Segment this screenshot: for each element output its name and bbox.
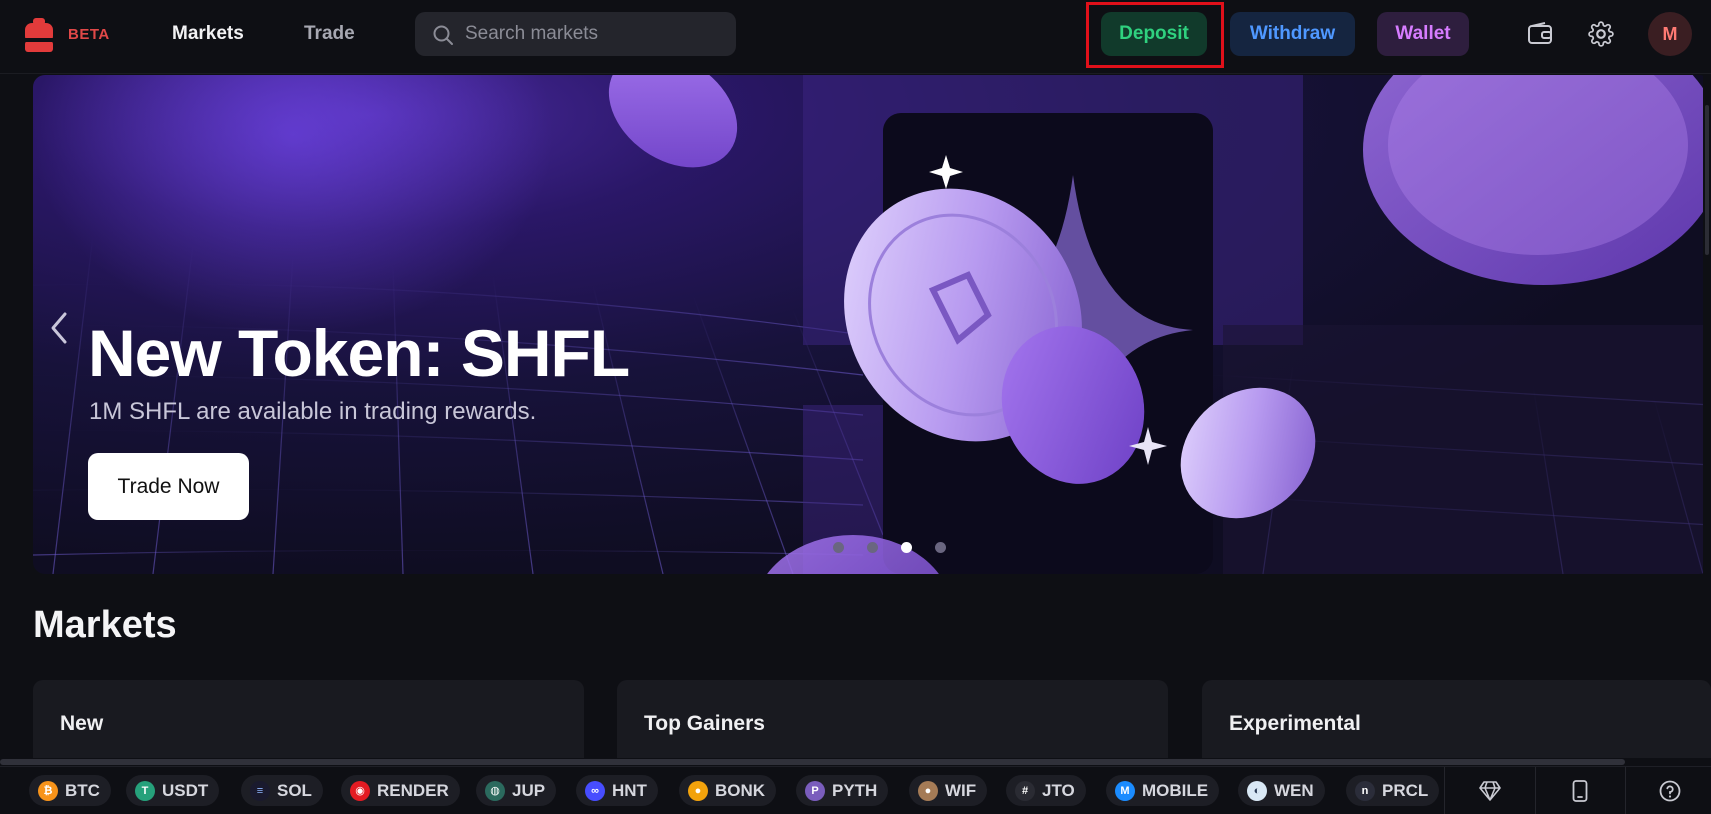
beta-badge: BETA [68, 26, 110, 43]
ticker-item-mobile[interactable]: M MOBILE [1106, 775, 1220, 806]
usdt-icon: T [135, 780, 155, 801]
pyth-icon: P [805, 780, 825, 801]
gem-icon[interactable] [1478, 779, 1502, 803]
ticker-symbol: PYTH [832, 780, 878, 800]
prcl-icon: n [1355, 780, 1375, 801]
ticker-symbol: JUP [512, 780, 546, 800]
wallet-icon[interactable] [1524, 18, 1556, 50]
top-navbar: BETA Markets Trade Deposit Withdraw Wall… [0, 0, 1711, 74]
market-card-label: Top Gainers [644, 712, 765, 735]
search-input[interactable] [465, 12, 725, 56]
ticker-symbol: RENDER [377, 780, 449, 800]
ticker-item-wif[interactable]: ● WIF [909, 775, 988, 806]
ticker-symbol: BONK [715, 780, 766, 800]
hero-banner: New Token: SHFL 1M SHFL are available in… [33, 75, 1711, 574]
wen-icon: ◐ [1247, 780, 1267, 801]
hero-title: New Token: SHFL [88, 316, 630, 390]
ticker-symbol: HNT [612, 780, 647, 800]
withdraw-button[interactable]: Withdraw [1230, 12, 1355, 56]
nav-markets[interactable]: Markets [172, 23, 244, 45]
user-avatar[interactable]: M [1648, 12, 1692, 56]
markets-section-title: Markets [33, 604, 177, 646]
ticker-symbol: WIF [945, 780, 977, 800]
carousel-dot-active[interactable] [901, 542, 912, 553]
jup-icon: ◍ [485, 780, 505, 801]
help-icon[interactable] [1658, 779, 1682, 803]
render-icon: ◉ [350, 780, 370, 801]
ticker-symbol: WEN [1274, 780, 1314, 800]
nav-trade[interactable]: Trade [304, 23, 355, 45]
trade-now-button[interactable]: Trade Now [88, 453, 249, 520]
carousel-dot[interactable] [867, 542, 878, 553]
ticker-item-wen[interactable]: ◐ WEN [1238, 775, 1325, 806]
wif-icon: ● [918, 780, 938, 801]
bonk-icon: ● [688, 780, 708, 801]
ticker-symbol: USDT [162, 780, 209, 800]
horizontal-scrollbar-thumb[interactable] [0, 759, 1625, 765]
ticker-divider [1535, 767, 1536, 814]
ticker-bar: ₿ BTC T USDT ≡ SOL ◉ RENDER ◍ JUP ∞ HNT … [0, 766, 1711, 814]
ticker-item-btc[interactable]: ₿ BTC [29, 775, 111, 806]
ticker-symbol: PRCL [1382, 780, 1429, 800]
ticker-divider [1444, 767, 1445, 814]
carousel-dots [833, 542, 946, 553]
search-icon [433, 25, 453, 45]
hnt-icon: ∞ [585, 780, 605, 801]
vertical-scrollbar[interactable] [1703, 75, 1711, 765]
carousel-prev-chevron-icon[interactable] [45, 308, 75, 348]
ticker-symbol: MOBILE [1142, 780, 1209, 800]
ticker-item-prcl[interactable]: n PRCL [1346, 775, 1440, 806]
carousel-dot[interactable] [935, 542, 946, 553]
ticker-divider [1625, 767, 1626, 814]
market-card-label: New [60, 712, 104, 735]
ticker-item-usdt[interactable]: T USDT [126, 775, 220, 806]
carousel-dot[interactable] [833, 542, 844, 553]
sol-icon: ≡ [250, 780, 270, 801]
search-bar[interactable] [415, 12, 736, 56]
hero-subtitle: 1M SHFL are available in trading rewards… [89, 398, 537, 425]
ticker-item-sol[interactable]: ≡ SOL [241, 775, 323, 806]
ticker-item-bonk[interactable]: ● BONK [679, 775, 777, 806]
mobile-icon[interactable] [1568, 779, 1592, 803]
btc-icon: ₿ [38, 780, 58, 801]
ticker-item-jto[interactable]: # JTO [1006, 775, 1086, 806]
ticker-item-jup[interactable]: ◍ JUP [476, 775, 557, 806]
horizontal-scrollbar[interactable] [0, 758, 1711, 766]
ticker-item-pyth[interactable]: P PYTH [796, 775, 889, 806]
ticker-item-render[interactable]: ◉ RENDER [341, 775, 460, 806]
ticker-symbol: BTC [65, 780, 100, 800]
market-card-label: Experimental [1229, 712, 1361, 735]
wallet-button[interactable]: Wallet [1377, 12, 1469, 56]
vertical-scrollbar-thumb[interactable] [1705, 105, 1709, 255]
ticker-symbol: JTO [1042, 780, 1075, 800]
ticker-symbol: SOL [277, 780, 312, 800]
ticker-item-hnt[interactable]: ∞ HNT [576, 775, 658, 806]
jto-icon: # [1015, 780, 1035, 801]
deposit-highlight-box [1086, 2, 1224, 68]
mobile-token-icon: M [1115, 780, 1135, 801]
gear-icon[interactable] [1585, 18, 1617, 50]
backpack-logo-icon[interactable] [25, 18, 53, 52]
